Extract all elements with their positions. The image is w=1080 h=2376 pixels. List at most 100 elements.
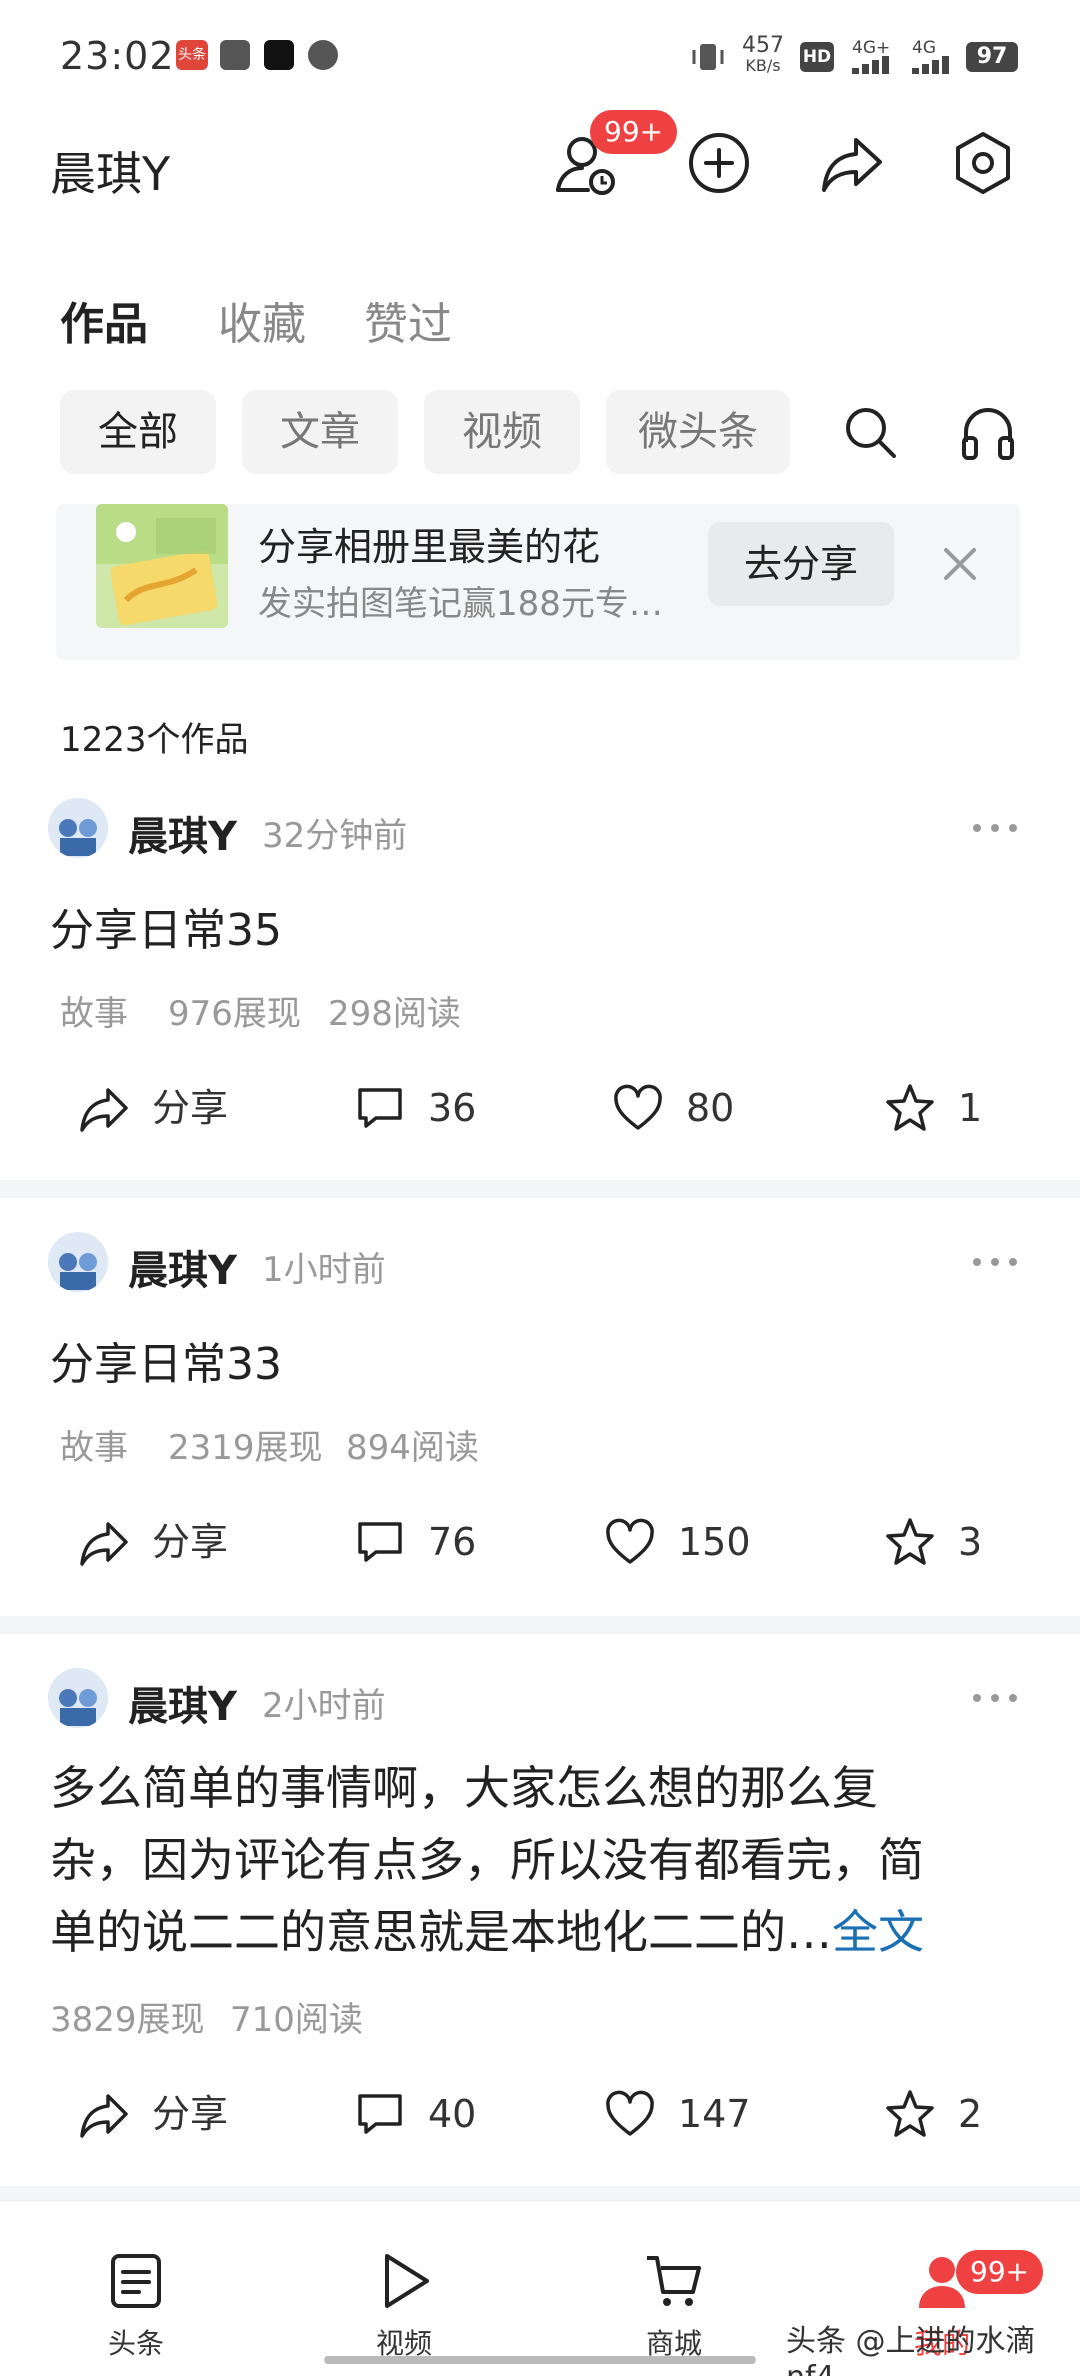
post-divider (0, 1180, 1080, 1198)
comment-icon (358, 1088, 402, 1128)
share-button[interactable]: 分享 (78, 1512, 258, 1572)
profile-name: 晨琪Y (50, 147, 171, 201)
star-icon (886, 1518, 934, 1565)
heart-icon (606, 1518, 654, 1564)
heart-icon (606, 2090, 654, 2136)
post-reads: 894阅读 (346, 1428, 479, 1468)
promo-title: 分享相册里最美的花 (258, 525, 601, 569)
author-name[interactable]: 晨琪Y (128, 804, 237, 862)
cart-icon (647, 2256, 701, 2306)
favorite-button[interactable]: 3 (884, 1512, 1004, 1572)
status-bar: 23:02 头条 457 KB/s HD 4G+ 4G 97 (0, 0, 1080, 110)
chip-articles[interactable]: 文章 (242, 390, 398, 474)
author-name[interactable]: 晨琪Y (128, 1674, 237, 1732)
post-reads: 710阅读 (230, 2000, 363, 2040)
chip-micro-posts[interactable]: 微头条 (606, 390, 790, 474)
search-icon[interactable] (840, 402, 900, 462)
post-body-line: 多么简单的事情啊，大家怎么想的那么复 (50, 1761, 878, 1815)
favorite-button[interactable]: 1 (884, 1078, 1004, 1138)
promo-subtitle: 发实拍图笔记赢188元专… (258, 584, 663, 624)
comment-icon (358, 2094, 402, 2134)
avatar[interactable] (48, 798, 108, 858)
more-icon[interactable] (970, 1252, 1020, 1272)
comment-button[interactable]: 76 (354, 1512, 514, 1572)
post-title[interactable]: 分享日常35 (50, 894, 282, 958)
visitor-badge: 99+ (590, 110, 678, 154)
more-icon[interactable] (970, 818, 1020, 838)
like-button[interactable]: 150 (604, 1512, 784, 1572)
sim2-label: 4G (912, 38, 936, 58)
battery-icon: 97 (966, 42, 1018, 72)
watermark: 头条 @上进的水滴nf4 (786, 2324, 1036, 2376)
like-button[interactable]: 80 (612, 1078, 772, 1138)
chip-videos[interactable]: 视频 (424, 390, 580, 474)
share-icon[interactable] (816, 128, 886, 198)
tab-favorites[interactable]: 收藏 (218, 288, 306, 352)
promo-share-button[interactable]: 去分享 (708, 522, 894, 606)
avatar[interactable] (48, 1668, 108, 1728)
works-count: 1223个作品 (60, 720, 249, 760)
post-title[interactable]: 分享日常33 (50, 1328, 282, 1392)
full-text-link[interactable]: 全文 (832, 1905, 924, 1959)
toutiao-notif-icon: 头条 (176, 40, 208, 70)
tiktok-notif-icon (264, 40, 294, 70)
net-speed: 457 KB/s (742, 33, 784, 76)
post-tag: 故事 (60, 1428, 128, 1468)
add-icon[interactable] (684, 128, 754, 198)
promo-thumbnail (96, 504, 228, 628)
share-button[interactable]: 分享 (78, 2084, 258, 2144)
headphones-icon[interactable] (958, 402, 1018, 462)
post-body-line-last: 单的说二二的意思就是本地化二二的…全文 (50, 1896, 1050, 1968)
nav-home[interactable] (76, 2250, 196, 2316)
cloud-notif-icon (308, 40, 338, 70)
favorite-button[interactable]: 2 (884, 2084, 1004, 2144)
nav-mall[interactable] (614, 2250, 734, 2316)
status-time: 23:02 (60, 34, 175, 78)
comment-count: 40 (428, 2092, 477, 2136)
avatar[interactable] (48, 1232, 108, 1292)
share-icon (80, 1088, 128, 1132)
star-icon (886, 2090, 934, 2137)
more-icon[interactable] (970, 1688, 1020, 1708)
post-body[interactable]: 多么简单的事情啊，大家怎么想的那么复 杂，因为评论有点多，所以没有都看完，简 单… (50, 1752, 1050, 1968)
nav-video[interactable] (344, 2250, 464, 2316)
sim1-label: 4G+ (852, 38, 891, 58)
post-views: 976展现 (168, 994, 301, 1034)
heart-icon (614, 1084, 662, 1130)
comment-count: 36 (428, 1086, 477, 1130)
profile-badge: 99+ (956, 2250, 1044, 2294)
nav-home-label: 头条 (107, 2327, 164, 2360)
signal2-icon (912, 56, 958, 74)
comment-count: 76 (428, 1520, 477, 1564)
post-tag: 故事 (60, 994, 128, 1034)
settings-icon[interactable] (948, 128, 1018, 198)
share-label: 分享 (152, 2092, 229, 2136)
post-reads: 298阅读 (328, 994, 461, 1034)
like-count: 80 (686, 1086, 735, 1130)
tab-liked[interactable]: 赞过 (364, 288, 452, 352)
comment-button[interactable]: 36 (354, 1078, 514, 1138)
article-icon (111, 2254, 161, 2308)
signal1-icon (852, 56, 898, 74)
star-icon (886, 1084, 934, 1131)
post-views: 3829展现 (50, 2000, 205, 2040)
post-divider (0, 1616, 1080, 1634)
chip-all[interactable]: 全部 (60, 390, 216, 474)
like-button[interactable]: 147 (604, 2084, 784, 2144)
share-button[interactable]: 分享 (78, 1078, 258, 1138)
net-speed-unit: KB/s (745, 56, 781, 75)
like-count: 147 (678, 2092, 751, 2136)
tab-works[interactable]: 作品 (60, 288, 148, 352)
favorite-count: 2 (958, 2092, 983, 2136)
net-speed-value: 457 (742, 33, 784, 58)
post-time: 1小时前 (262, 1250, 386, 1290)
post-time: 32分钟前 (262, 816, 408, 856)
close-icon[interactable] (936, 540, 984, 588)
share-label: 分享 (152, 1520, 229, 1564)
author-name[interactable]: 晨琪Y (128, 1238, 237, 1296)
home-indicator[interactable] (324, 2356, 756, 2364)
vibrate-icon (690, 40, 726, 74)
comment-button[interactable]: 40 (354, 2084, 514, 2144)
like-count: 150 (678, 1520, 751, 1564)
favorite-count: 1 (958, 1086, 983, 1130)
